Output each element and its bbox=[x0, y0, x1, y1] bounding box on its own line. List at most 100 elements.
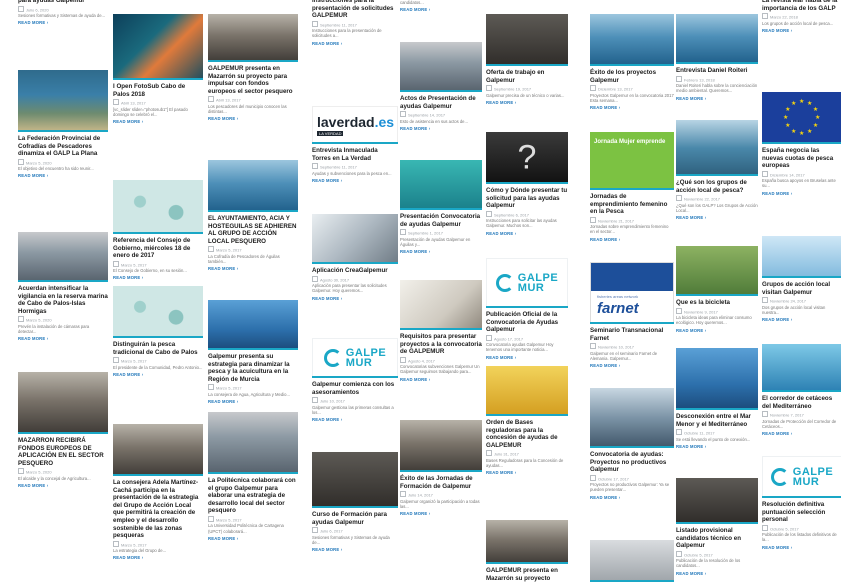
read-more-link[interactable]: READ MORE bbox=[312, 547, 398, 552]
read-more-link[interactable]: READ MORE bbox=[590, 363, 674, 368]
read-more-link[interactable]: READ MORE bbox=[762, 317, 841, 322]
read-more-link[interactable]: READ MORE bbox=[18, 336, 108, 341]
news-card-thumbnail[interactable]: laverdad.es LA VERDAD bbox=[312, 106, 398, 144]
news-card-title[interactable]: MAZARRON RECIBIRÁ FONDOS EUROPEOS DE APL… bbox=[18, 437, 108, 467]
read-more-link[interactable]: READ MORE bbox=[486, 355, 568, 360]
read-more-link[interactable]: READ MORE bbox=[312, 417, 398, 422]
news-card-title[interactable]: Entrevista Daniel Roiteri bbox=[676, 67, 758, 75]
news-card-thumbnail[interactable] bbox=[400, 160, 482, 210]
news-card-title[interactable]: Orden de Bases reguladoras para la conce… bbox=[486, 419, 568, 449]
news-card-thumbnail[interactable] bbox=[486, 366, 568, 416]
news-card-thumbnail[interactable] bbox=[208, 412, 298, 474]
news-card-thumbnail[interactable] bbox=[208, 160, 298, 212]
news-card-thumbnail[interactable] bbox=[590, 540, 674, 582]
news-card-thumbnail[interactable] bbox=[486, 520, 568, 564]
news-card-title[interactable]: Grupos de acción local visitan Galpemur bbox=[762, 281, 841, 296]
news-card-thumbnail[interactable]: GALPE MUR bbox=[312, 338, 398, 378]
news-card-title[interactable]: Desconexión entre el Mar Menor y el Medi… bbox=[676, 413, 758, 428]
read-more-link[interactable]: READ MORE bbox=[400, 511, 482, 516]
read-more-link[interactable]: READ MORE bbox=[208, 536, 298, 541]
read-more-link[interactable]: READ MORE bbox=[676, 571, 758, 576]
news-card-thumbnail[interactable] bbox=[113, 286, 203, 338]
news-card-thumbnail[interactable]: fisheries areas network farnet bbox=[590, 262, 674, 324]
news-card-title[interactable]: Actos de Presentación de ayudas Galpemur bbox=[400, 95, 482, 110]
read-more-link[interactable]: READ MORE bbox=[590, 105, 674, 110]
news-card-title[interactable]: Oferta de trabajo en Galpemur bbox=[486, 69, 568, 84]
read-more-link[interactable]: READ MORE bbox=[113, 275, 203, 280]
news-card-thumbnail[interactable] bbox=[208, 300, 298, 350]
news-card-thumbnail[interactable] bbox=[18, 372, 108, 434]
news-card-title[interactable]: Acuerdan intensificar la vigilancia en l… bbox=[18, 285, 108, 315]
news-card-thumbnail[interactable]: Jornada Mujer emprende bbox=[590, 132, 674, 190]
news-card-thumbnail[interactable] bbox=[590, 14, 674, 66]
news-card-title[interactable]: La Politécnica colaborará con el grupo G… bbox=[208, 477, 298, 515]
news-card-thumbnail[interactable] bbox=[590, 388, 674, 448]
read-more-link[interactable]: READ MORE bbox=[676, 96, 758, 101]
read-more-link[interactable]: READ MORE bbox=[113, 372, 203, 377]
news-card-thumbnail[interactable] bbox=[312, 214, 398, 264]
news-card-title[interactable]: Referencia del Consejo de Gobierno, miér… bbox=[113, 237, 203, 260]
news-card-thumbnail[interactable]: ? bbox=[486, 132, 568, 184]
read-more-link[interactable]: READ MORE bbox=[400, 377, 482, 382]
news-card-thumbnail[interactable] bbox=[486, 14, 568, 66]
news-card-title[interactable]: Curso de Formación para ayudas Galpemur bbox=[312, 511, 398, 526]
news-card-title[interactable]: La Federación Provincial de Cofradías de… bbox=[18, 135, 108, 158]
news-card-title[interactable]: Aplicación CreaGalpemur bbox=[312, 267, 398, 275]
read-more-link[interactable]: READ MORE bbox=[762, 28, 841, 33]
read-more-link[interactable]: READ MORE bbox=[312, 178, 398, 183]
news-card-title[interactable]: EL AYUNTAMIENTO, ACIA Y HOSTEGUILAS SE A… bbox=[208, 215, 298, 245]
news-card-title[interactable]: Que es la bicicleta bbox=[676, 299, 758, 307]
news-card-title[interactable]: Jornadas de emprendimiento femenino en l… bbox=[590, 193, 674, 216]
news-card-title[interactable]: para ayudas Galpemur bbox=[18, 0, 108, 5]
read-more-link[interactable]: READ MORE bbox=[486, 100, 568, 105]
news-card-thumbnail[interactable] bbox=[400, 42, 482, 92]
news-card-thumbnail[interactable] bbox=[676, 14, 758, 64]
read-more-link[interactable]: READ MORE bbox=[676, 215, 758, 220]
read-more-link[interactable]: READ MORE bbox=[762, 431, 841, 436]
news-card-title[interactable]: Resolución definitiva puntuación selecci… bbox=[762, 501, 841, 524]
news-card-thumbnail[interactable] bbox=[676, 478, 758, 524]
read-more-link[interactable]: READ MORE bbox=[312, 296, 398, 301]
read-more-link[interactable]: READ MORE bbox=[676, 444, 758, 449]
read-more-link[interactable]: READ MORE bbox=[113, 119, 203, 124]
read-more-link[interactable]: READ MORE bbox=[590, 495, 674, 500]
news-card-thumbnail[interactable] bbox=[208, 14, 298, 62]
news-card-title[interactable]: España negocia las nuevas cuotas de pesc… bbox=[762, 147, 841, 170]
read-more-link[interactable]: READ MORE bbox=[676, 328, 758, 333]
read-more-link[interactable]: READ MORE bbox=[208, 116, 298, 121]
read-more-link[interactable]: READ MORE bbox=[18, 173, 108, 178]
news-card-title[interactable]: Convocatoria de ayudas: Proyectos no pro… bbox=[590, 451, 674, 474]
news-card-title[interactable]: GALPEMUR presenta en Mazarrón su proyect… bbox=[486, 567, 568, 582]
news-card-title[interactable]: Distinguirán la pesca tradicional de Cab… bbox=[113, 341, 203, 356]
read-more-link[interactable]: READ MORE bbox=[762, 191, 841, 196]
read-more-link[interactable]: READ MORE bbox=[312, 41, 398, 46]
news-card-thumbnail[interactable] bbox=[676, 246, 758, 296]
news-card-title[interactable]: Entrevista Inmaculada Torres en La Verda… bbox=[312, 147, 398, 162]
news-card-title[interactable]: Seminario Transnacional Farnet bbox=[590, 327, 674, 342]
news-card-title[interactable]: GALPEMUR presenta en Mazarrón su proyect… bbox=[208, 65, 298, 95]
read-more-link[interactable]: READ MORE bbox=[486, 231, 568, 236]
read-more-link[interactable]: READ MORE bbox=[18, 20, 108, 25]
read-more-link[interactable]: READ MORE bbox=[762, 545, 841, 550]
news-card-thumbnail[interactable] bbox=[400, 420, 482, 472]
news-card-thumbnail[interactable] bbox=[18, 232, 108, 282]
read-more-link[interactable]: READ MORE bbox=[208, 266, 298, 271]
read-more-link[interactable]: READ MORE bbox=[113, 555, 203, 560]
news-card-thumbnail[interactable] bbox=[400, 280, 482, 330]
news-card-title[interactable]: La consejera Adela Martínez-Cachá partic… bbox=[113, 479, 203, 540]
news-card-title[interactable]: Presentación Convocatoria de ayudas Galp… bbox=[400, 213, 482, 228]
read-more-link[interactable]: READ MORE bbox=[208, 399, 298, 404]
news-card-title[interactable]: Cómo y Dónde presentar tu solicitud para… bbox=[486, 187, 568, 210]
news-card-title[interactable]: ¿Qué son los grupos de acción local de p… bbox=[676, 179, 758, 194]
news-card-thumbnail[interactable]: ★ ★ ★ ★ ★ ★ ★ ★ ★ ★ ★ ★ bbox=[762, 92, 841, 144]
news-card-title[interactable]: El corredor de cetáceos del Mediterráneo bbox=[762, 395, 841, 410]
read-more-link[interactable]: READ MORE bbox=[590, 237, 674, 242]
news-card-thumbnail[interactable] bbox=[762, 344, 841, 392]
news-card-title[interactable]: Instrucciones para la presentación de so… bbox=[312, 0, 398, 20]
news-card-title[interactable]: Éxito de las Jornadas de Formación de Ga… bbox=[400, 475, 482, 490]
news-card-thumbnail[interactable] bbox=[676, 120, 758, 176]
news-card-title[interactable]: Listado provisional candidatos técnico e… bbox=[676, 527, 758, 550]
news-card-thumbnail[interactable]: GALPE MUR bbox=[486, 258, 568, 308]
news-card-thumbnail[interactable] bbox=[762, 236, 841, 278]
read-more-link[interactable]: READ MORE bbox=[486, 470, 568, 475]
